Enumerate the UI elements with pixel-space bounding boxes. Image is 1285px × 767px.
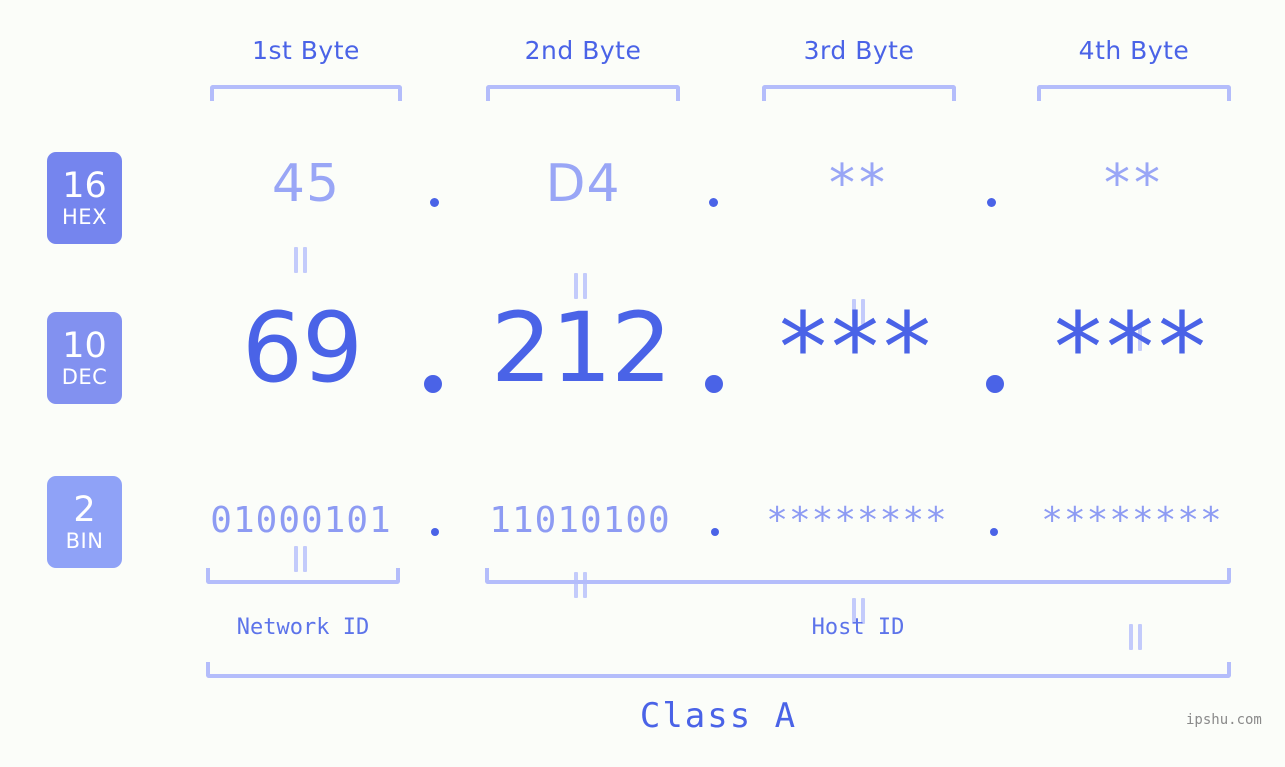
dec-separator-1 — [424, 375, 442, 393]
class-bracket — [206, 662, 1231, 678]
bin-separator-1 — [431, 528, 439, 536]
dec-byte-1: 69 — [241, 292, 363, 404]
base-badge-dec: 10 DEC — [47, 312, 122, 404]
base-badge-dec-abbr: DEC — [61, 364, 108, 389]
dec-byte-2: 212 — [490, 292, 672, 404]
class-label: Class A — [639, 696, 798, 736]
base-badge-hex-abbr: HEX — [62, 204, 107, 229]
byte-bracket-4 — [1037, 85, 1231, 101]
byte-header-4: 4th Byte — [1078, 36, 1190, 65]
byte-header-3: 3rd Byte — [803, 36, 915, 65]
bin-separator-2 — [711, 528, 719, 536]
base-badge-hex: 16 HEX — [47, 152, 122, 244]
bin-byte-1: 01000101 — [210, 500, 392, 541]
dec-separator-3 — [986, 375, 1004, 393]
host-id-bracket — [485, 568, 1231, 584]
network-id-bracket — [206, 568, 400, 584]
byte-header-2: 2nd Byte — [524, 36, 642, 65]
hex-byte-1: 45 — [271, 154, 341, 214]
base-badge-dec-number: 10 — [62, 325, 107, 366]
base-badge-hex-number: 16 — [62, 165, 107, 206]
hex-byte-4: ** — [1104, 154, 1164, 214]
host-id-label: Host ID — [811, 615, 905, 640]
base-badge-bin-number: 2 — [73, 489, 96, 530]
equals-connector-1-1 — [294, 247, 308, 273]
bin-byte-3: ******** — [766, 500, 948, 541]
base-badge-bin: 2 BIN — [47, 476, 122, 568]
ip-breakdown-diagram: 1st Byte 2nd Byte 3rd Byte 4th Byte 16 H… — [0, 0, 1285, 767]
dec-separator-2 — [705, 375, 723, 393]
dec-byte-3: *** — [779, 292, 935, 404]
watermark: ipshu.com — [1186, 712, 1262, 728]
byte-header-1: 1st Byte — [252, 36, 360, 65]
network-id-label: Network ID — [236, 615, 370, 640]
hex-byte-2: D4 — [545, 154, 621, 214]
hex-byte-3: ** — [829, 154, 889, 214]
base-badge-bin-abbr: BIN — [65, 528, 104, 553]
bin-byte-4: ******** — [1041, 500, 1223, 541]
bin-separator-3 — [990, 528, 998, 536]
byte-bracket-3 — [762, 85, 956, 101]
byte-bracket-1 — [210, 85, 402, 101]
hex-separator-3 — [987, 198, 996, 207]
dec-byte-4: *** — [1054, 292, 1210, 404]
bin-byte-2: 11010100 — [489, 500, 671, 541]
hex-separator-1 — [430, 198, 439, 207]
hex-separator-2 — [709, 198, 718, 207]
byte-bracket-2 — [486, 85, 680, 101]
